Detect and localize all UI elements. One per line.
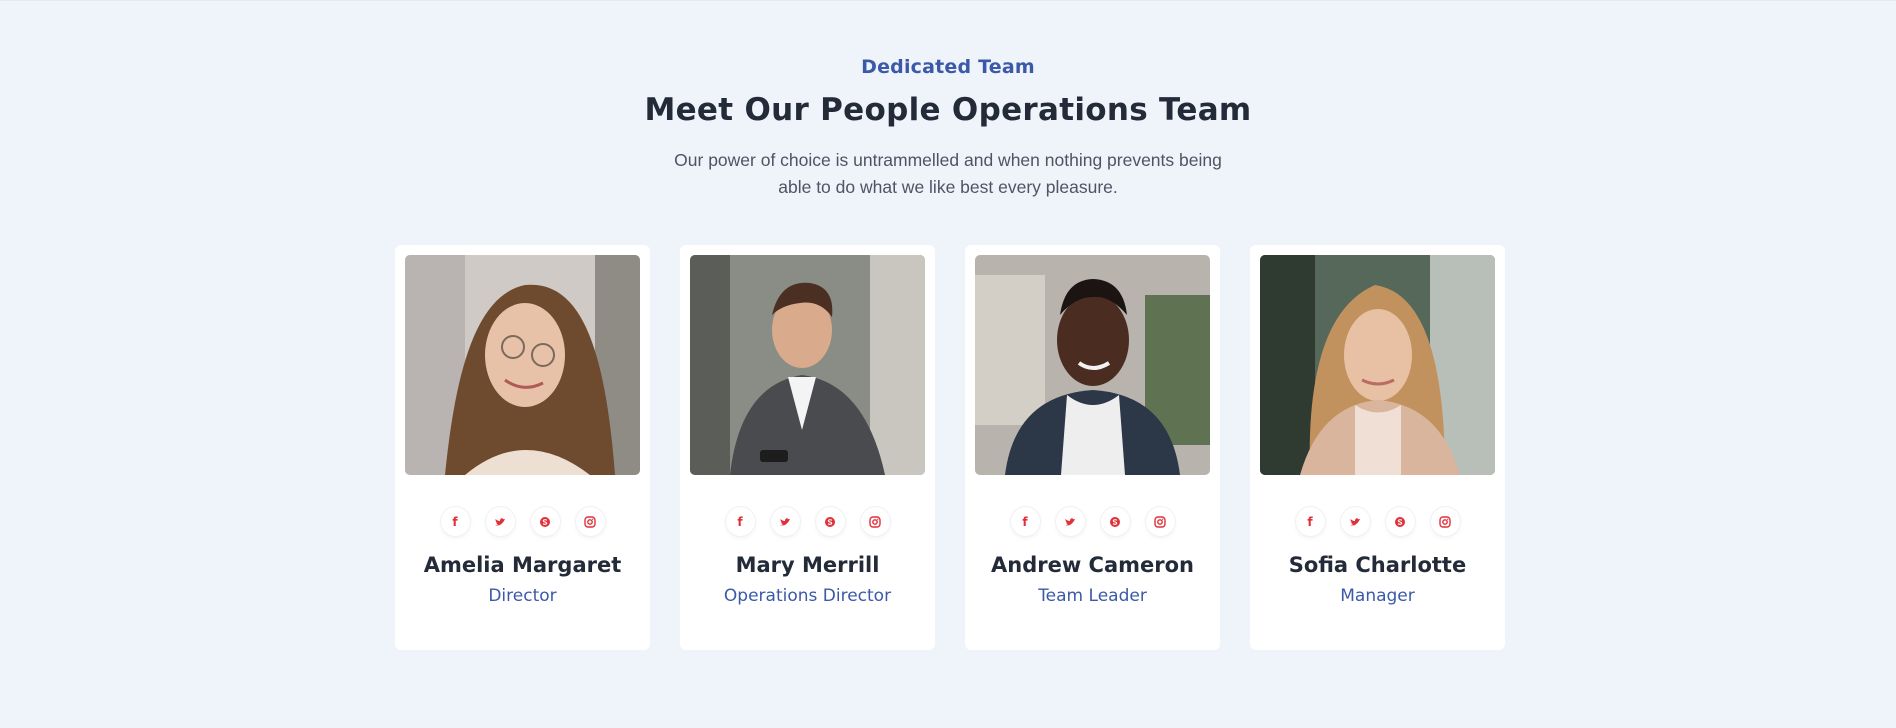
- section-title: Meet Our People Operations Team: [644, 92, 1252, 128]
- instagram-icon[interactable]: [860, 507, 890, 536]
- team-member-photo: [975, 255, 1210, 475]
- section-eyebrow: Dedicated Team: [861, 56, 1035, 78]
- skype-icon[interactable]: [815, 507, 845, 536]
- twitter-icon[interactable]: [1340, 507, 1370, 536]
- twitter-icon[interactable]: [1055, 507, 1085, 536]
- team-card: f Mary Merrill Operations Director: [680, 245, 935, 650]
- team-member-role: Director: [488, 586, 557, 606]
- team-member-name: Sofia Charlotte: [1288, 553, 1467, 577]
- section-header: Dedicated Team Meet Our People Operation…: [0, 56, 1896, 201]
- skype-icon[interactable]: [530, 507, 560, 536]
- team-grid: f Amelia Margaret Director f Mary Merril…: [395, 245, 1505, 650]
- social-links: f: [1260, 507, 1495, 536]
- team-card: f Sofia Charlotte Manager: [1250, 245, 1505, 650]
- social-links: f: [690, 507, 925, 536]
- social-links: f: [405, 507, 640, 536]
- facebook-icon[interactable]: f: [440, 507, 470, 536]
- team-member-role: Operations Director: [723, 586, 892, 606]
- team-card: f Amelia Margaret Director: [395, 245, 650, 650]
- facebook-icon[interactable]: f: [725, 507, 755, 536]
- skype-icon[interactable]: [1385, 507, 1415, 536]
- team-member-photo: [405, 255, 640, 475]
- section-subtitle: Our power of choice is untrammelled and …: [674, 150, 1222, 197]
- team-card: f Andrew Cameron Team Leader: [965, 245, 1220, 650]
- team-member-name: Andrew Cameron: [991, 553, 1194, 577]
- facebook-icon[interactable]: f: [1295, 507, 1325, 536]
- team-member-photo: [1260, 255, 1495, 475]
- skype-icon[interactable]: [1100, 507, 1130, 536]
- twitter-icon[interactable]: [485, 507, 515, 536]
- top-divider: [0, 0, 1896, 1]
- team-member-role: Team Leader: [1038, 586, 1147, 606]
- instagram-icon[interactable]: [1145, 507, 1175, 536]
- facebook-icon[interactable]: f: [1010, 507, 1040, 536]
- team-member-name: Amelia Margaret: [423, 553, 622, 577]
- twitter-icon[interactable]: [770, 507, 800, 536]
- team-member-role: Manager: [1340, 586, 1415, 606]
- social-links: f: [975, 507, 1210, 536]
- team-member-photo: [690, 255, 925, 475]
- instagram-icon[interactable]: [1430, 507, 1460, 536]
- team-member-name: Mary Merrill: [735, 553, 880, 577]
- instagram-icon[interactable]: [575, 507, 605, 536]
